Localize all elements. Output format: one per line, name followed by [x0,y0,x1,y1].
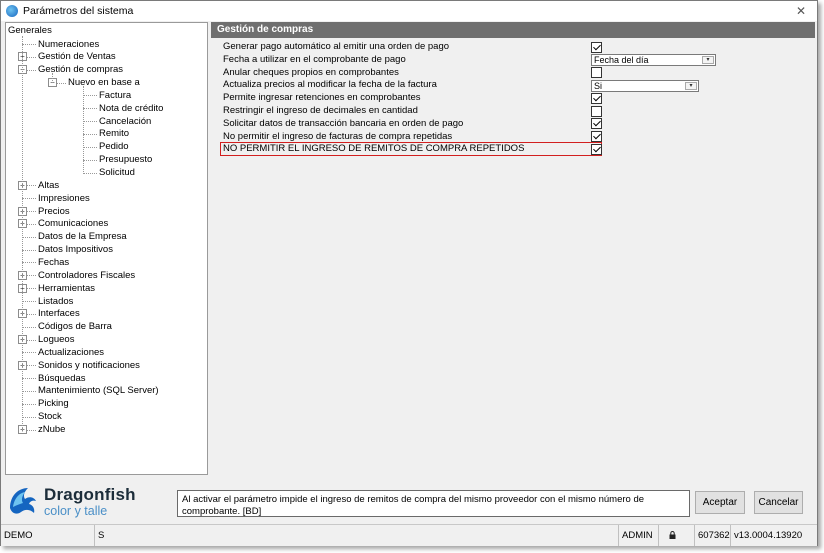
param-label: NO PERMITIR EL INGRESO DE REMITOS DE COM… [223,143,525,155]
parameter-description: Al activar el parámetro impide el ingres… [177,490,690,517]
tree-item[interactable]: Remito [99,127,129,140]
tree-item[interactable]: Herramientas [38,282,95,295]
tree-item[interactable]: Altas [38,179,59,192]
tree-item[interactable]: Fechas [38,256,69,269]
tree-connector [22,249,36,251]
tree-connector [22,44,36,45]
tree-vertical-connector [52,73,53,84]
tree-item[interactable]: Gestión de Ventas [38,50,116,63]
param-label: Restringir el ingreso de decimales en ca… [223,105,418,116]
tree-connector [83,95,97,97]
param-checkbox[interactable] [591,131,602,143]
brand-subtitle: color y talle [44,504,108,518]
window-title: Parámetros del sistema [23,5,134,17]
tree-vertical-connector [22,36,23,430]
param-label: Actualiza precios al modificar la fecha … [223,79,437,91]
tree-item[interactable]: Precios [38,205,70,218]
tree-item[interactable]: Pedido [99,140,129,153]
tree-item[interactable]: Factura [99,89,131,102]
tree-item[interactable]: Listados [38,295,73,308]
parameters-window: Parámetros del sistema ✕ Generales Numer… [0,0,818,546]
status-user: ADMIN [619,525,659,546]
tree-vertical-connector [83,86,84,173]
tree-item[interactable]: Gestión de compras [38,63,123,76]
tree-item[interactable]: zNube [38,423,65,436]
param-checkbox[interactable] [591,143,602,155]
dropdown-arrow-icon[interactable]: ▾ [685,81,697,90]
dragonfish-logo-icon [10,488,36,514]
param-label: Generar pago automático al emitir una or… [223,41,450,52]
tree-item[interactable]: Numeraciones [38,38,99,51]
status-bar: DEMO S ADMIN 607362 v13.0004.13920 [1,524,817,546]
tree-connector [83,159,97,161]
tree-connector [22,378,36,380]
tree-connector [22,262,36,264]
param-label: Permite ingresar retenciones en comproba… [223,92,421,104]
cancel-button[interactable]: Cancelar [754,491,803,514]
status-flag: S [95,525,619,546]
close-icon[interactable]: ✕ [794,4,808,18]
tree-item[interactable]: Códigos de Barra [38,320,112,333]
tree-item[interactable]: Sonidos y notificaciones [38,359,140,372]
app-icon [6,5,18,17]
tree-item[interactable]: Impresiones [38,192,90,205]
dragonfish-logo: Dragonfish color y talle [6,482,166,522]
tree-connector [83,121,97,123]
param-label: Solicitar datos de transacción bancaria … [223,117,464,129]
tree-item[interactable]: Datos de la Empresa [38,230,127,243]
status-mode: DEMO [1,525,95,546]
param-checkbox[interactable] [591,105,602,117]
param-select-value: Fecha del día [594,55,649,66]
param-checkbox[interactable] [591,118,602,130]
accept-button[interactable]: Aceptar [695,491,745,514]
lock-icon [669,531,676,539]
tree-item[interactable]: Datos Impositivos [38,243,113,256]
tree-connector [22,390,36,392]
tree-item[interactable]: Actualizaciones [38,346,104,359]
tree-connector [22,301,36,302]
tree-connector [83,146,97,148]
tree-item[interactable]: Presupuesto [99,153,152,166]
tree-connector [22,236,36,238]
tree-item[interactable]: Controladores Fiscales [38,269,135,282]
param-select[interactable]: Si ▾ [591,79,699,92]
tree-item[interactable]: Comunicaciones [38,217,108,230]
param-checkbox[interactable] [591,41,602,53]
param-select-value: Si [594,80,603,91]
tree-item[interactable]: Stock [38,410,62,423]
tree-item[interactable]: Búsquedas [38,372,86,385]
param-label: Fecha a utilizar en el comprobante de pa… [223,53,406,65]
tree-connector [22,326,36,328]
status-version: v13.0004.13920 [734,530,803,541]
tree-item[interactable]: Solicitud [99,166,135,179]
tree-connector [22,198,36,200]
tree-root-generales[interactable]: Generales [8,24,52,37]
param-select[interactable]: Fecha del día ▾ [591,54,716,67]
param-label: No permitir el ingreso de facturas de co… [223,130,453,142]
tree-connector [83,172,97,174]
tree-connector [22,416,36,418]
param-checkbox[interactable] [591,67,602,79]
tree-item[interactable]: Interfaces [38,307,80,320]
param-checkbox[interactable] [591,92,602,104]
tree-item[interactable]: Nuevo en base a [68,76,140,89]
tree-connector [22,352,36,354]
settings-panel: Gestión de compras Generar pago automáti… [211,22,815,475]
param-label: Anular cheques propios en comprobantes [223,66,399,78]
brand-name: Dragonfish [44,485,136,504]
tree-connector [22,403,36,405]
status-number: 607362 [695,525,731,546]
panel-header: Gestión de compras [211,22,815,38]
tree-connector [83,133,97,135]
title-bar: Parámetros del sistema ✕ [1,1,817,21]
tree-item[interactable]: Logueos [38,333,74,346]
tree-item[interactable]: Cancelación [99,115,151,128]
tree-item[interactable]: Nota de crédito [99,102,163,115]
status-lock [659,525,695,546]
tree-item[interactable]: Picking [38,397,69,410]
tree-connector [83,108,97,110]
settings-tree: Generales Numeraciones + Gestión de Ventas… [5,22,208,475]
tree-item[interactable]: Mantenimiento (SQL Server) [38,384,159,397]
dropdown-arrow-icon[interactable]: ▾ [702,56,714,65]
